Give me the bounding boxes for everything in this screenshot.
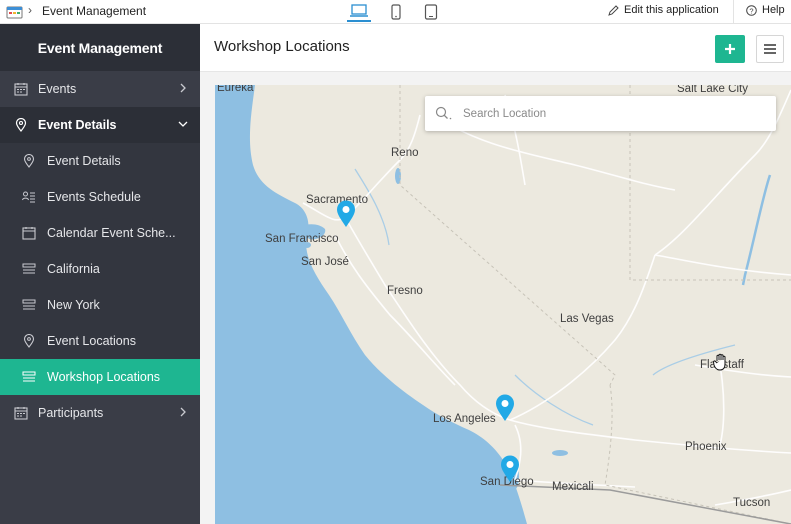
location-pin-icon xyxy=(23,154,35,168)
help-icon: ? xyxy=(746,4,757,16)
sidebar-item-label: Calendar Event Sche... xyxy=(47,226,176,240)
desktop-view-icon[interactable] xyxy=(347,2,371,22)
breadcrumb-chevron-icon: › xyxy=(28,3,32,17)
sidebar-item-label: Event Locations xyxy=(47,334,136,348)
list-icon xyxy=(22,371,36,382)
sidebar-item-event-details[interactable]: Event Details xyxy=(0,143,200,179)
sidebar-item-events-schedule[interactable]: Events Schedule xyxy=(0,179,200,215)
schedule-list-icon xyxy=(22,191,35,203)
map-marker-icon[interactable] xyxy=(500,455,520,483)
page-title: Workshop Locations xyxy=(214,38,350,55)
sidebar: Event Management Events Event Details Ev… xyxy=(0,24,200,524)
location-search xyxy=(425,96,776,131)
sidebar-item-workshop-locations[interactable]: Workshop Locations xyxy=(0,359,200,395)
city-label: Los Angeles xyxy=(433,413,496,425)
sidebar-item-label: Event Details xyxy=(47,154,121,168)
sidebar-item-event-details-group[interactable]: Event Details xyxy=(0,107,200,143)
city-label: San José xyxy=(301,256,349,268)
city-label: Mexicali xyxy=(552,481,594,493)
content-header: Workshop Locations xyxy=(200,24,791,72)
divider xyxy=(733,0,734,24)
location-pin-icon xyxy=(15,118,27,132)
sidebar-item-label: New York xyxy=(47,298,100,312)
sidebar-title: Event Management xyxy=(0,24,200,71)
tablet-view-icon[interactable] xyxy=(419,2,443,22)
sidebar-item-participants[interactable]: Participants xyxy=(0,395,200,431)
city-label: Eureka xyxy=(217,85,254,94)
content-body: Eureka Salt Lake City Reno Sacramento Sa… xyxy=(200,72,791,524)
search-icon xyxy=(435,106,452,120)
map-marker-icon[interactable] xyxy=(495,394,515,422)
hamburger-icon xyxy=(764,44,776,54)
pencil-icon xyxy=(608,4,619,16)
sidebar-item-label: California xyxy=(47,262,100,276)
edit-application-button[interactable]: Edit this application xyxy=(608,4,719,16)
sidebar-item-label: Participants xyxy=(38,406,104,420)
list-icon xyxy=(22,263,36,274)
calendar-icon xyxy=(14,407,28,420)
add-button[interactable] xyxy=(715,35,745,63)
svg-text:?: ? xyxy=(749,6,753,15)
sidebar-item-events[interactable]: Events xyxy=(0,71,200,107)
city-label: Reno xyxy=(391,147,419,159)
city-label: Fresno xyxy=(387,285,423,297)
map-marker-icon[interactable] xyxy=(336,200,356,228)
sidebar-item-event-locations[interactable]: Event Locations xyxy=(0,323,200,359)
chevron-down-icon xyxy=(178,121,188,127)
mobile-view-icon[interactable] xyxy=(384,2,408,22)
help-button[interactable]: ? Help xyxy=(746,4,785,16)
sidebar-item-label: Events Schedule xyxy=(47,190,141,204)
search-location-input[interactable] xyxy=(463,104,763,123)
calendar-icon xyxy=(22,227,36,240)
top-bar: › Event Management Edit this application… xyxy=(0,0,791,24)
location-pin-icon xyxy=(23,334,35,348)
city-label: Salt Lake City xyxy=(677,85,748,95)
sidebar-item-label: Workshop Locations xyxy=(47,370,161,384)
breadcrumb[interactable]: Event Management xyxy=(42,4,146,18)
sidebar-item-label: Event Details xyxy=(38,118,117,132)
chevron-right-icon xyxy=(180,407,186,417)
help-label: Help xyxy=(762,4,785,16)
app-logo-icon[interactable] xyxy=(6,4,24,19)
sidebar-item-label: Events xyxy=(38,82,77,96)
city-label: Phoenix xyxy=(685,441,727,453)
city-label: Las Vegas xyxy=(560,313,614,325)
sidebar-item-calendar-event-schedule[interactable]: Calendar Event Sche... xyxy=(0,215,200,251)
edit-application-label: Edit this application xyxy=(624,4,719,16)
hand-cursor-icon xyxy=(713,353,726,371)
chevron-right-icon xyxy=(180,83,186,93)
menu-button[interactable] xyxy=(756,35,784,63)
calendar-icon xyxy=(14,83,28,96)
city-label: San Francisco xyxy=(265,233,339,245)
plus-icon xyxy=(725,44,735,54)
map-view[interactable]: Eureka Salt Lake City Reno Sacramento Sa… xyxy=(215,85,791,524)
sidebar-item-california[interactable]: California xyxy=(0,251,200,287)
city-label: Tucson xyxy=(733,497,771,509)
list-icon xyxy=(22,299,36,310)
sidebar-item-new-york[interactable]: New York xyxy=(0,287,200,323)
